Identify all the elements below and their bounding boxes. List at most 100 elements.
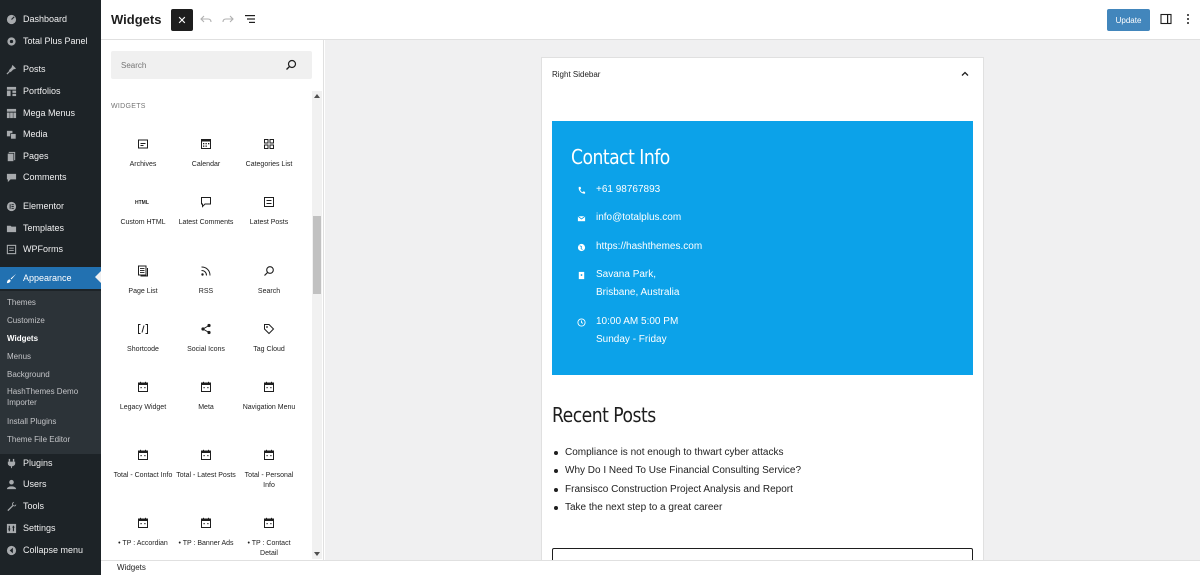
contact-hours: 10:00 AM 5:00 PM Sunday - Friday: [596, 316, 679, 345]
svg-text:HTML: HTML: [135, 200, 149, 206]
widget-icon: [238, 448, 300, 462]
block-navigation-menu[interactable]: Navigation Menu: [238, 380, 300, 413]
menu-item-collapse[interactable]: Collapse menu: [0, 540, 101, 560]
contact-website: https://hashthemes.com: [596, 241, 703, 252]
list-view-icon[interactable]: [243, 12, 257, 26]
search-icon[interactable]: [285, 59, 297, 71]
menu-item-mega-menus[interactable]: Mega Menus: [0, 103, 101, 123]
block-calendar[interactable]: Calendar: [175, 137, 237, 170]
menu-item-wpforms[interactable]: WPForms: [0, 239, 101, 259]
menu-label: Total Plus Panel: [23, 36, 88, 46]
next-widget-block[interactable]: [552, 548, 973, 560]
submenu-item-menus[interactable]: Menus: [7, 351, 97, 362]
menu-item-posts[interactable]: Posts: [0, 59, 101, 79]
search-icon: [238, 264, 300, 278]
brush-icon: [5, 272, 17, 284]
archive-icon: [112, 137, 174, 151]
menu-item-pages[interactable]: Pages: [0, 146, 101, 166]
menu-item-comments[interactable]: Comments: [0, 167, 101, 187]
search-input[interactable]: [111, 51, 271, 79]
menu-item-users[interactable]: Users: [0, 474, 101, 494]
block-tp-contact-detail[interactable]: • TP : Contact Detail: [238, 516, 300, 559]
plugin-icon: [5, 457, 17, 469]
share-icon: [175, 322, 237, 336]
tag-icon: [238, 322, 300, 336]
block-legacy-widget[interactable]: Legacy Widget: [112, 380, 174, 413]
block-meta[interactable]: Meta: [175, 380, 237, 413]
menu-label: Posts: [23, 64, 46, 74]
redo-icon[interactable]: [221, 12, 235, 26]
inserter-scrollbar[interactable]: [312, 91, 322, 559]
block-total-personal-info[interactable]: Total - Personal Info: [238, 448, 300, 491]
block-tp-accordian[interactable]: • TP : Accordian: [112, 516, 174, 549]
list-item[interactable]: Take the next step to a great career: [554, 499, 801, 517]
menu-item-portfolios[interactable]: Portfolios: [0, 81, 101, 101]
block-breadcrumb-bar: Widgets: [101, 560, 1200, 575]
recent-posts-list: Compliance is not enough to thwart cyber…: [554, 444, 801, 518]
block-tag-cloud[interactable]: Tag Cloud: [238, 322, 300, 355]
submenu-item-install-plugins[interactable]: Install Plugins: [7, 416, 97, 427]
editor-header: Widgets ✕ Update: [101, 0, 1200, 40]
menu-item-settings[interactable]: Settings: [0, 518, 101, 538]
recent-posts-title: Recent Posts: [552, 403, 656, 427]
menu-item-plugins[interactable]: Plugins: [0, 453, 101, 473]
menu-label: Plugins: [23, 458, 53, 468]
more-options-icon[interactable]: [1181, 12, 1195, 26]
dashboard-icon: [5, 13, 17, 25]
block-latest-posts[interactable]: Latest Posts: [238, 195, 300, 228]
contact-address-row: Savana Park, Brisbane, Australia: [576, 266, 679, 302]
submenu-item-background[interactable]: Background: [7, 369, 97, 380]
section-title: WIDGETS: [111, 103, 146, 110]
block-latest-comments[interactable]: Latest Comments: [175, 195, 237, 228]
menu-label: WPForms: [23, 244, 63, 254]
gear-icon: [5, 35, 17, 47]
block-total-contact-info[interactable]: Total - Contact Info: [112, 448, 174, 481]
elementor-icon: [5, 200, 17, 212]
submenu-item-theme-file-editor[interactable]: Theme File Editor: [7, 434, 97, 445]
block-rss[interactable]: RSS: [175, 264, 237, 297]
block-shortcode[interactable]: Shortcode: [112, 322, 174, 355]
close-inserter-button[interactable]: ✕: [171, 9, 193, 31]
block-custom-html[interactable]: HTML Custom HTML: [112, 195, 174, 228]
clock-icon: [576, 317, 586, 327]
list-item[interactable]: Compliance is not enough to thwart cyber…: [554, 444, 801, 462]
widget-area-right-sidebar[interactable]: Right Sidebar Contact Info +61 98767893 …: [541, 57, 984, 560]
menu-item-total-plus-panel[interactable]: Total Plus Panel: [0, 31, 101, 51]
block-search[interactable]: Search: [238, 264, 300, 297]
block-page-list[interactable]: Page List: [112, 264, 174, 297]
page-list-icon: [112, 264, 174, 278]
submenu-item-demo-importer[interactable]: HashThemes Demo Importer: [7, 386, 97, 408]
chevron-up-icon[interactable]: [959, 68, 971, 80]
list-item[interactable]: Fransisco Construction Project Analysis …: [554, 481, 801, 499]
admin-sidebar: Dashboard Total Plus Panel Posts Portfol…: [0, 0, 101, 575]
block-social-icons[interactable]: Social Icons: [175, 322, 237, 355]
scroll-up-arrow-icon[interactable]: [314, 94, 320, 98]
submenu-item-customize[interactable]: Customize: [7, 315, 97, 326]
menu-item-elementor[interactable]: Elementor: [0, 196, 101, 216]
update-button[interactable]: Update: [1107, 9, 1150, 31]
submenu-item-widgets[interactable]: Widgets: [7, 333, 97, 344]
contact-info-widget[interactable]: Contact Info +61 98767893 info@totalplus…: [552, 121, 973, 375]
menu-item-media[interactable]: Media: [0, 124, 101, 144]
menu-label: Users: [23, 479, 47, 489]
block-total-latest-posts[interactable]: Total - Latest Posts: [175, 448, 237, 481]
scrollbar-thumb[interactable]: [313, 216, 321, 294]
user-icon: [5, 478, 17, 490]
menu-item-templates[interactable]: Templates: [0, 218, 101, 238]
contact-phone-row: +61 98767893: [576, 181, 660, 199]
block-tp-banner-ads[interactable]: • TP : Banner Ads: [175, 516, 237, 549]
block-archives[interactable]: Archives: [112, 137, 174, 170]
widget-icon: [175, 448, 237, 462]
menu-item-dashboard[interactable]: Dashboard: [0, 9, 101, 29]
menu-item-appearance[interactable]: Appearance: [0, 267, 101, 289]
breadcrumb[interactable]: Widgets: [117, 563, 146, 572]
shortcode-icon: [112, 322, 174, 336]
undo-icon[interactable]: [199, 12, 213, 26]
list-item[interactable]: Why Do I Need To Use Financial Consultin…: [554, 462, 801, 480]
scroll-down-arrow-icon[interactable]: [314, 552, 320, 556]
block-categories-list[interactable]: Categories List: [238, 137, 300, 170]
submenu-item-themes[interactable]: Themes: [7, 297, 97, 308]
menu-label: Dashboard: [23, 14, 68, 24]
menu-item-tools[interactable]: Tools: [0, 496, 101, 516]
settings-sidebar-icon[interactable]: [1159, 12, 1173, 26]
